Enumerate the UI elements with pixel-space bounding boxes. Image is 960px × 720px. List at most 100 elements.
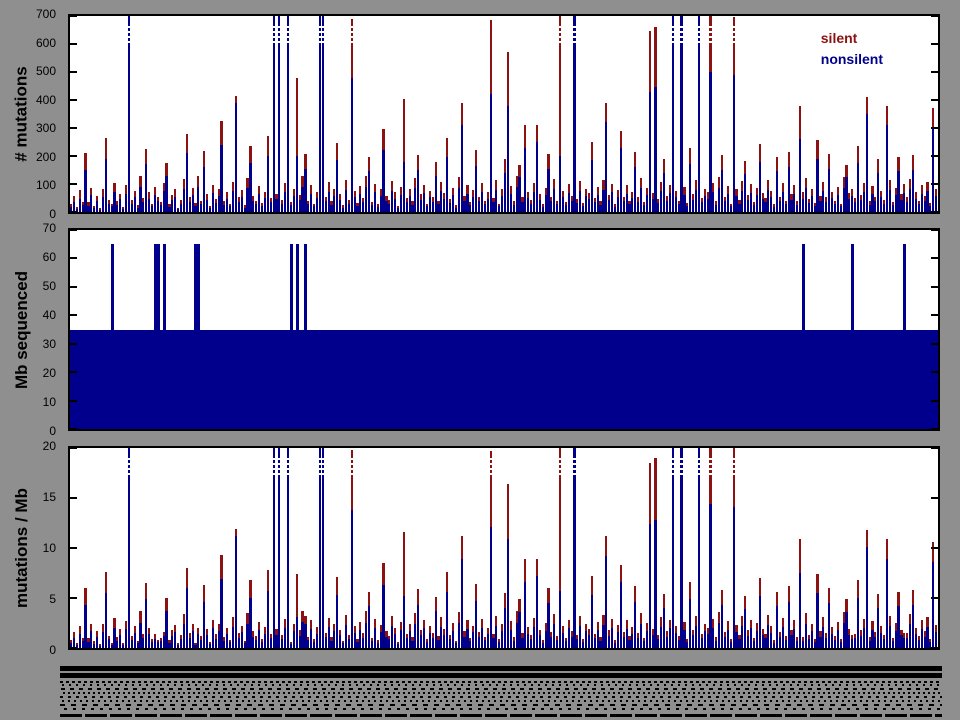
bar-sample [345,16,347,212]
bar-sample [889,16,891,212]
bar-sample [385,16,387,212]
bar-sample [197,16,199,212]
bar-sample [414,448,416,648]
bar-sample [744,448,746,648]
bar-sample [591,16,593,212]
truncation-dashes [319,458,321,477]
y-tick-label: 20 [43,439,56,453]
bar-sample [678,16,680,212]
bar-sample [614,16,616,212]
bar-sample [313,16,315,212]
truncation-dashes [733,26,735,45]
bar-sample [689,448,691,648]
y-tick-mark [70,15,77,17]
bar-sample [151,16,153,212]
bar-sample [157,448,159,648]
bar-sample [915,16,917,212]
bar-sample [617,16,619,212]
bar-sample [478,16,480,212]
y-tick-label: 700 [36,7,56,21]
bar-sample [93,16,95,212]
bar-sample [365,448,367,648]
bar-sample [440,16,442,212]
truncation-dashes [319,26,321,45]
bar-sample [403,16,405,212]
truncation-dashes [573,26,575,45]
bar-sample [527,448,529,648]
y-tick-label: 0 [49,424,56,438]
bar-sample [779,16,781,212]
bar-sample [921,16,923,212]
bar-sample [304,16,306,212]
bar-sample [87,16,89,212]
bar-sample [125,448,127,648]
bar-sample [440,448,442,648]
bar-sample [432,448,434,648]
bar-sample [443,16,445,212]
bar-sample [377,16,379,212]
bar-sample [484,16,486,212]
bar-sample [105,16,107,212]
bar-sample [785,448,787,648]
bar-sample [764,16,766,212]
bar-sample [605,16,607,212]
bar-sample [874,448,876,648]
y-tick-mark [931,343,938,345]
bar-sample [773,448,775,648]
bar-sample [912,448,914,648]
bar-sample [328,16,330,212]
bar-sample [461,16,463,212]
truncation-dashes [351,458,353,477]
bar-sample [683,16,685,212]
bar-sample [805,16,807,212]
bar-sample [223,16,225,212]
bar-sample [495,16,497,212]
bar-sample [478,448,480,648]
bar-sample [249,448,251,648]
truncation-dashes [128,458,130,477]
y-tick-label: 400 [36,93,56,107]
bar-sample [545,16,547,212]
bar-sample [168,448,170,648]
bar-sample [709,16,711,212]
y-tick-mark [70,647,77,649]
bar-sample [660,448,662,648]
bar-sample [183,16,185,212]
bar-sample [307,448,309,648]
bar-sample [510,448,512,648]
bar-sample [599,16,601,212]
y-tick-mark [931,547,938,549]
bar-sample [284,16,286,212]
bar-sample [599,448,601,648]
bar-sample [750,16,752,212]
bar-sample [368,16,370,212]
bar-sample [762,16,764,212]
bar-sample [359,448,361,648]
bar-sample [646,16,648,212]
bar-sample [261,448,263,648]
y-tick-label: 5 [49,592,56,606]
bar-sample [108,448,110,648]
bar-sample [492,16,494,212]
y-tick-label: 600 [36,36,56,50]
bar-sample [96,448,98,648]
bar-sample [799,448,801,648]
bar-sample [235,16,237,212]
bars-container [70,230,938,429]
truncation-dashes [278,458,280,477]
bar-sample [90,16,92,212]
bar-sample [339,448,341,648]
bar-sample [481,448,483,648]
bar-sample [186,448,188,648]
bar-sample [463,16,465,212]
y-tick-mark [70,257,77,259]
bar-sample [356,448,358,648]
bar-sample [481,16,483,212]
bar-sample [822,448,824,648]
bar-sample [220,448,222,648]
bar-sample [643,16,645,212]
bar-sample [296,448,298,648]
bar-sample [831,448,833,648]
bar-sample [307,16,309,212]
bar-sample [131,16,133,212]
